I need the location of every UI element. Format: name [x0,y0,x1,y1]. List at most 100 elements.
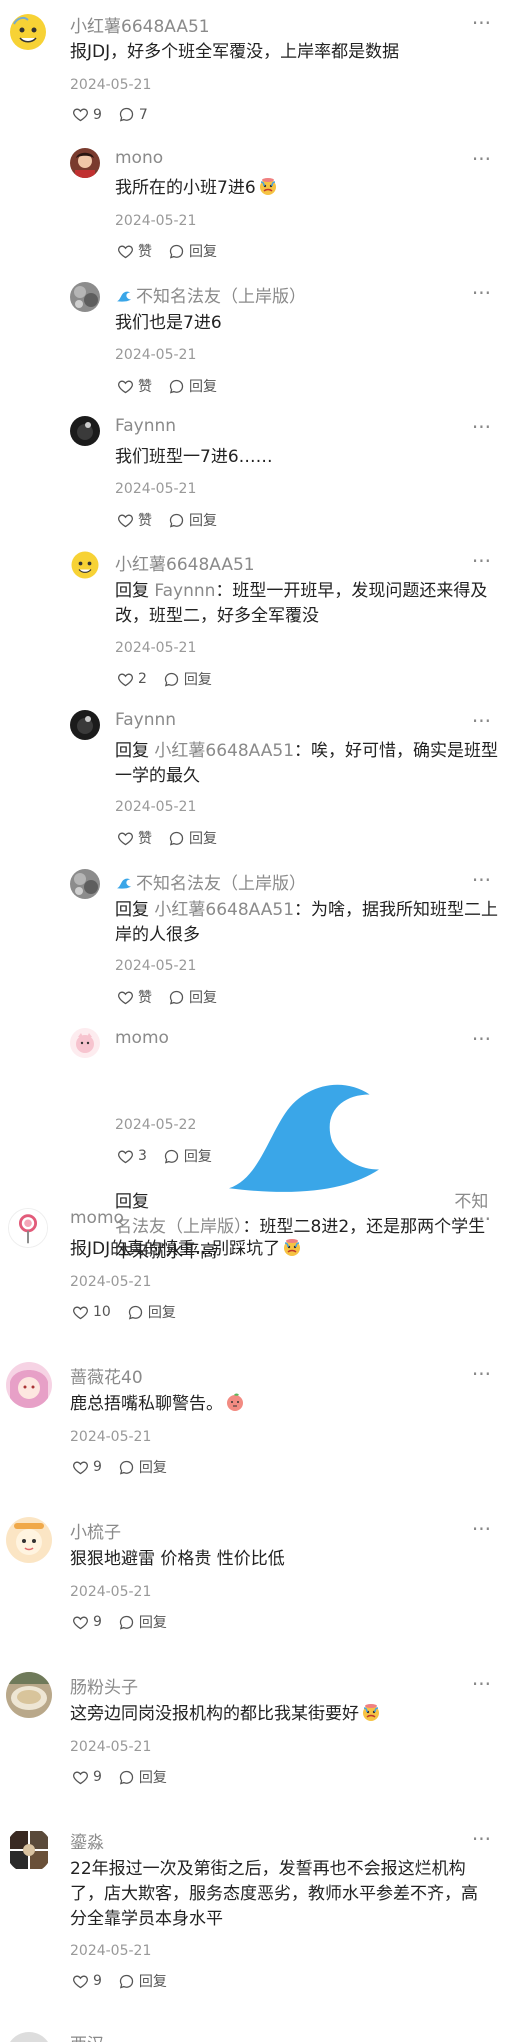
like-count: 2 [138,671,147,687]
avatar[interactable] [6,2032,52,2042]
reply-author-name: 不知名法友（上岸版） [136,874,306,894]
avatar[interactable] [6,1672,52,1718]
comment-icon [168,830,185,847]
reply-button[interactable]: 回复 [168,987,217,1007]
comment-icon [163,1148,180,1165]
comment-text: 22年报过一次及第街之后，发誓再也不会报这烂机构 了，店大欺客，服务态度恶劣，教… [70,1857,500,1932]
more-icon[interactable]: ··· [472,1029,491,1049]
reply-author-name: 不知名法友（上岸版） [136,287,306,307]
crying-face-icon [258,176,278,196]
avatar[interactable] [70,148,100,178]
like-button[interactable]: 赞 [117,987,152,1007]
comment-text-line: 分全靠学员本身水平 [70,1909,223,1929]
like-button[interactable]: 2 [117,671,147,688]
avatar[interactable] [6,1827,52,1873]
more-icon[interactable]: ··· [472,1364,491,1384]
more-icon[interactable]: ··· [472,1674,491,1694]
comment-author[interactable]: 小梳子 [70,1518,121,1543]
reply-button[interactable]: 回复 [118,1457,167,1477]
heart-icon [117,512,134,529]
comment-text-line: 22年报过一次及第街之后，发誓再也不会报这烂机构 [70,1859,466,1879]
more-icon[interactable]: ··· [472,870,491,890]
more-icon[interactable]: ··· [472,13,491,33]
comment-author[interactable]: momo [70,1208,124,1228]
comment-text-content: 鹿总捂嘴私聊警告。 [70,1394,223,1414]
reply-author[interactable]: 不知名法友（上岸版） [115,282,306,307]
reply-button[interactable]: 7 [118,106,148,123]
like-count: 9 [93,106,102,123]
more-icon[interactable]: ··· [472,1519,491,1539]
more-icon[interactable]: ··· [472,1829,491,1849]
comment-icon [118,1973,135,1990]
reply-button[interactable]: 回复 [168,241,217,261]
reply-author[interactable]: mono [115,148,163,168]
more-icon[interactable]: ··· [472,417,491,437]
reply-button[interactable]: 回复 [118,1767,167,1787]
comment-author[interactable]: 鎏淼 [70,1828,104,1853]
avatar[interactable] [70,282,100,312]
reply-button[interactable]: 回复 [118,1971,167,1991]
avatar[interactable] [70,869,100,899]
like-button[interactable]: 9 [72,1614,102,1631]
reply-author[interactable]: momo [115,1028,169,1048]
reply-target[interactable]: 小红薯6648AA51 [154,741,294,761]
reply-author[interactable]: 不知名法友（上岸版） [115,869,306,894]
heart-icon [117,989,134,1006]
like-button[interactable]: 赞 [117,828,152,848]
heart-icon [72,1304,89,1321]
comment-icon [168,512,185,529]
reply-button[interactable]: 回复 [118,1612,167,1632]
reply-button[interactable]: 回复 [168,828,217,848]
reply-label: 回复 [183,672,212,688]
reply-button[interactable]: 回复 [168,376,217,396]
heart-icon [72,1769,89,1786]
comment-text: 狠狠地避雷 价格贵 性价比低 [70,1549,285,1569]
reply-label: 回复 [189,831,217,847]
like-button[interactable]: 3 [117,1148,147,1165]
reply-text: 我们班型一7进6…… [115,447,273,467]
reply-target[interactable]: Faynnn [154,581,215,601]
like-button[interactable]: 赞 [117,510,152,530]
avatar[interactable] [8,12,48,52]
comment-text: 这旁边同岗没报机构的都比我某街要好 [70,1702,381,1727]
avatar[interactable] [70,416,100,446]
like-button[interactable]: 9 [72,1769,102,1786]
comment-author[interactable]: 蔷薇花40 [70,1363,143,1388]
more-icon[interactable]: ··· [472,149,491,169]
reply-label: 回复 [189,513,217,529]
reply-author[interactable]: Faynnn [115,416,176,436]
reply-target[interactable]: 小红薯6648AA51 [154,900,294,920]
reply-button[interactable]: 回复 [163,669,212,689]
avatar[interactable] [70,550,100,580]
comment-author[interactable]: 西汉 [70,2030,104,2042]
reply-author[interactable]: Faynnn [115,710,176,730]
more-icon[interactable]: ··· [472,283,491,303]
reply-date: 2024-05-21 [115,481,197,497]
like-button[interactable]: 赞 [117,376,152,396]
like-button[interactable]: 9 [72,1973,102,1990]
avatar[interactable] [70,710,100,740]
heart-icon [117,671,134,688]
comment-date: 2024-05-21 [70,1429,152,1445]
reply-text: 回复 小红薯6648AA51：唉，好可惜，确实是班型一学的最久 [115,739,500,789]
avatar[interactable] [6,1362,52,1408]
comment-text: 报JDJ，好多个班全军覆没，上岸率都是数据 [70,42,400,62]
comment-author[interactable]: 小红薯6648AA51 [70,12,210,37]
reply-author[interactable]: 小红薯6648AA51 [115,550,255,575]
avatar[interactable] [70,1028,100,1058]
comment-author[interactable]: 肠粉头子 [70,1673,138,1698]
reply-button[interactable]: 回复 [163,1146,212,1166]
like-button[interactable]: 10 [72,1304,111,1321]
avatar[interactable] [6,1517,52,1563]
more-icon[interactable]: ··· [472,1209,491,1229]
avatar[interactable] [8,1208,48,1248]
more-icon[interactable]: ··· [472,551,491,571]
like-button[interactable]: 9 [72,106,102,123]
reply-button[interactable]: 回复 [168,510,217,530]
like-count: 9 [93,1459,102,1475]
like-button[interactable]: 9 [72,1459,102,1476]
reply-button[interactable]: 回复 [127,1302,176,1322]
more-icon[interactable]: ··· [472,711,491,731]
like-button[interactable]: 赞 [117,241,152,261]
comment-icon [118,1614,135,1631]
